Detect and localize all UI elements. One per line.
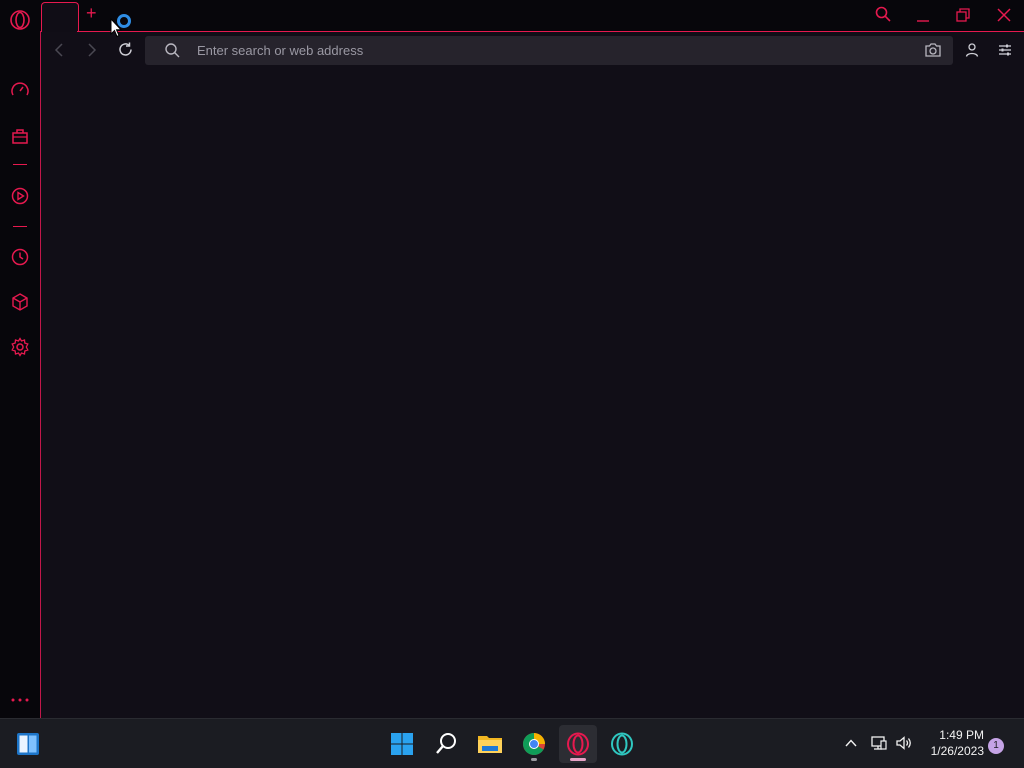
chevron-up-icon[interactable] [844,736,858,750]
browser-sidebar [0,0,40,718]
easy-setup-icon[interactable] [997,42,1013,58]
search-icon [164,42,181,59]
minimize-icon[interactable] [915,8,931,24]
sidebar-divider [13,226,27,227]
bag-icon[interactable] [10,126,30,146]
play-circle-icon[interactable] [10,186,30,206]
sidebar-divider [13,164,27,165]
address-bar [145,36,953,65]
gear-icon[interactable] [10,337,30,357]
new-tab-button[interactable]: + [86,4,97,22]
page-content [40,31,1024,718]
restore-icon[interactable] [955,7,971,23]
back-icon[interactable] [52,42,66,58]
account-icon[interactable] [964,42,980,58]
opera-gx-icon[interactable] [559,725,597,763]
windows-logo-icon[interactable] [383,725,421,763]
tab-active[interactable] [41,2,79,33]
forward-icon[interactable] [85,42,99,58]
cube-icon[interactable] [10,292,30,312]
mouse-cursor-icon [110,18,122,38]
speedometer-icon[interactable] [10,80,30,100]
address-input[interactable] [197,36,897,65]
camera-icon[interactable] [924,42,942,58]
clock[interactable]: 1:49 PM 1/26/2023 [920,727,984,759]
chrome-icon[interactable] [515,725,553,763]
clock-icon[interactable] [10,247,30,267]
opera-logo-icon[interactable] [9,9,31,31]
search-icon[interactable] [874,5,892,23]
search-icon[interactable] [427,725,465,763]
notification-badge[interactable]: 1 [988,738,1004,754]
widgets-button[interactable] [9,725,47,763]
taskbar: 1:49 PM 1/26/2023 1 [0,718,1024,768]
close-icon[interactable] [996,7,1012,23]
network-icon[interactable] [870,735,888,751]
more-dots-icon[interactable] [10,692,30,708]
volume-icon[interactable] [895,735,913,751]
clock-time: 1:49 PM [939,728,984,742]
folder-icon[interactable] [471,725,509,763]
opera-icon[interactable] [603,725,641,763]
reload-icon[interactable] [117,41,134,58]
clock-date: 1/26/2023 [930,744,984,758]
